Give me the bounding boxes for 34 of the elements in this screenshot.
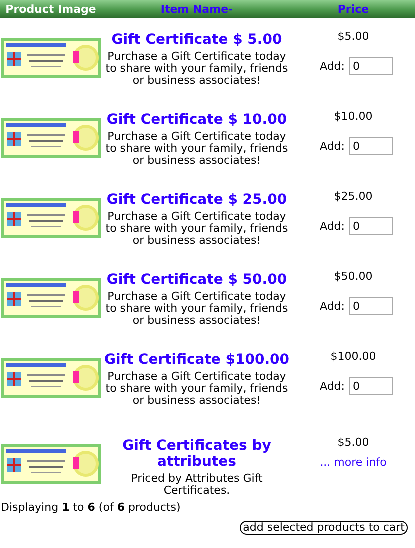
product-price: $10.00 [334, 110, 373, 124]
product-description: Purchase a Gift Certificate today to share with your family, friends or business associates! [104, 131, 290, 167]
more-info-link[interactable]: ... more info [320, 456, 387, 469]
product-title-link[interactable]: Gift Certificate $ 50.00 [106, 272, 288, 288]
add-label: Add: [320, 60, 345, 72]
product-price: $5.00 [338, 30, 370, 44]
product-price: $100.00 [330, 350, 376, 364]
product-price: $5.00 [338, 436, 370, 450]
product-title-link[interactable]: Gift Certificate $ 10.00 [106, 112, 288, 128]
add-label: Add: [320, 300, 345, 312]
product-title-link[interactable]: Gift Certificate $100.00 [104, 352, 290, 368]
quantity-field[interactable]: 0 [349, 217, 393, 235]
add-label: Add: [320, 380, 345, 392]
add-label: Add: [320, 140, 345, 152]
product-title-link[interactable]: Gift Certificate $ 5.00 [112, 32, 282, 48]
quantity-field[interactable]: 0 [349, 137, 393, 155]
product-description: Purchase a Gift Certificate today to share with your family, friends or business associates! [104, 211, 290, 247]
quantity-field[interactable]: 0 [349, 297, 393, 315]
column-header: Item Name- [160, 2, 234, 16]
add-label: Add: [320, 220, 345, 232]
quantity-field[interactable]: 0 [349, 57, 393, 75]
product-price: $25.00 [334, 190, 373, 204]
product-description: Purchase a Gift Certificate today to share with your family, friends or business associates! [104, 371, 290, 407]
quantity-field[interactable]: 0 [349, 377, 393, 395]
product-description: Priced by Attributes Gift Certificates. [130, 473, 264, 497]
column-header: Price [338, 2, 370, 16]
product-description: Purchase a Gift Certificate today to share with your family, friends or business associates! [104, 291, 290, 327]
product-count-text: Displaying 1 to 6 (of 6 products) [0, 501, 182, 514]
product-price: $50.00 [334, 270, 373, 284]
product-title-link[interactable]: Gift Certificate $ 25.00 [106, 192, 288, 208]
product-description: Purchase a Gift Certificate today to share with your family, friends or business associates! [104, 51, 290, 87]
column-header: Product Image [6, 2, 96, 16]
add-to-cart-button[interactable]: add selected products to cart [240, 521, 408, 535]
product-title-link[interactable]: Gift Certificates by attributes [102, 438, 292, 470]
